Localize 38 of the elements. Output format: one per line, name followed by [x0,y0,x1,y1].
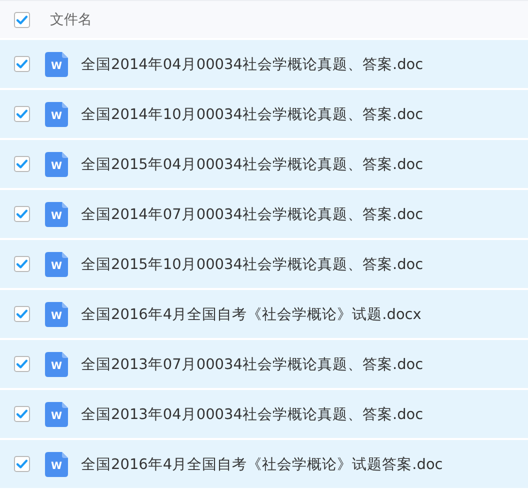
checkbox[interactable] [14,156,30,172]
word-document-icon: W [45,102,68,126]
checkbox[interactable] [14,12,30,28]
file-name: 全国2016年4月全国自考《社会学概论》试题答案.doc [81,456,443,474]
word-document-icon: W [45,52,68,76]
file-row[interactable]: W 全国2016年4月全国自考《社会学概论》试题.docx [0,290,528,338]
word-document-icon: W [45,402,68,426]
word-document-icon: W [45,252,68,276]
checkbox[interactable] [14,406,30,422]
file-name: 全国2016年4月全国自考《社会学概论》试题.docx [81,306,422,324]
file-row[interactable]: W 全国2014年07月00034社会学概论真题、答案.doc [0,190,528,238]
file-row[interactable]: W 全国2014年10月00034社会学概论真题、答案.doc [0,90,528,138]
file-row[interactable]: W 全国2013年07月00034社会学概论真题、答案.doc [0,340,528,388]
file-row[interactable]: W 全国2013年04月00034社会学概论真题、答案.doc [0,390,528,438]
word-document-icon: W [45,452,68,476]
file-name: 全国2014年07月00034社会学概论真题、答案.doc [81,206,424,224]
word-document-icon: W [45,152,68,176]
checkbox[interactable] [14,206,30,222]
word-document-icon: W [45,202,68,226]
file-name: 全国2013年04月00034社会学概论真题、答案.doc [81,406,424,424]
file-row[interactable]: W 全国2015年04月00034社会学概论真题、答案.doc [0,140,528,188]
word-document-icon: W [45,352,68,376]
checkbox[interactable] [14,356,30,372]
checkbox[interactable] [14,256,30,272]
file-name: 全国2013年07月00034社会学概论真题、答案.doc [81,356,424,374]
file-row[interactable]: W 全国2015年10月00034社会学概论真题、答案.doc [0,240,528,288]
checkbox[interactable] [14,56,30,72]
file-name: 全国2014年04月00034社会学概论真题、答案.doc [81,56,424,74]
checkbox[interactable] [14,306,30,322]
file-name: 全国2015年04月00034社会学概论真题、答案.doc [81,156,424,174]
file-row[interactable]: W 全国2014年04月00034社会学概论真题、答案.doc [0,40,528,88]
column-header: 文件名 [50,10,92,28]
word-document-icon: W [45,302,68,326]
file-name: 全国2015年10月00034社会学概论真题、答案.doc [81,256,424,274]
checkbox[interactable] [14,106,30,122]
checkbox[interactable] [14,456,30,472]
file-row[interactable]: W 全国2016年4月全国自考《社会学概论》试题答案.doc [0,440,528,488]
file-name: 全国2014年10月00034社会学概论真题、答案.doc [81,106,424,124]
